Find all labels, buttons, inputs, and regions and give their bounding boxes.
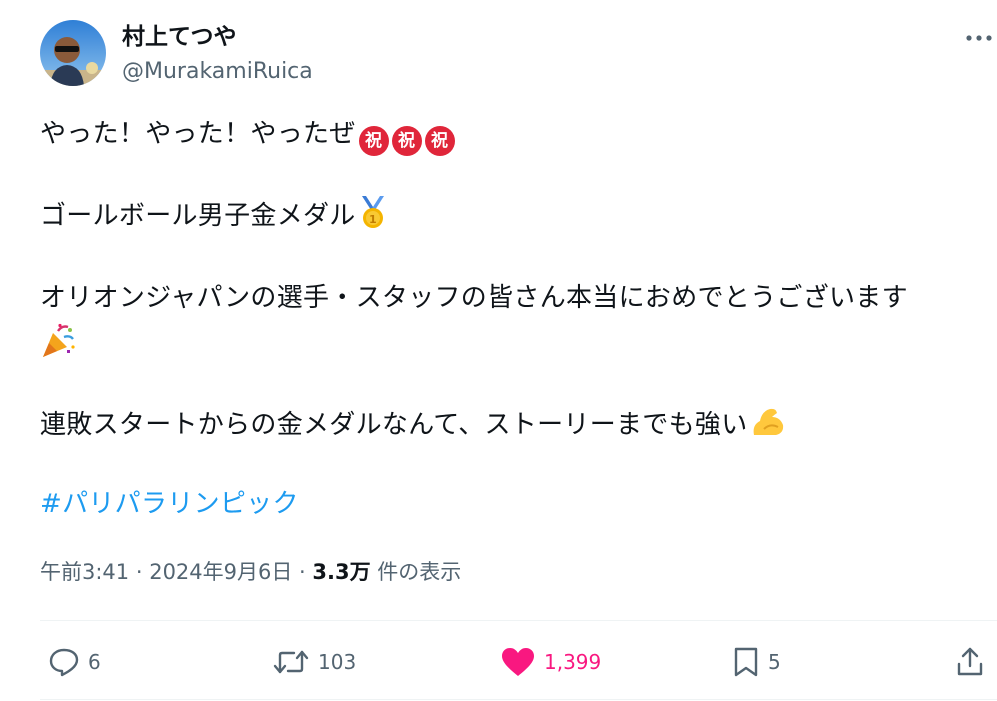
repost-arrows-icon [273, 650, 309, 674]
bookmark-icon [734, 647, 758, 677]
tweet-text-line-1: やった！やった！やったぜ祝祝祝 [40, 115, 455, 156]
iwai-emoji-icon: 祝 [391, 126, 422, 156]
divider [40, 620, 997, 621]
more-options-button[interactable] [964, 26, 994, 50]
share-upload-icon [957, 647, 983, 676]
heart-filled-icon [502, 648, 534, 676]
like-button[interactable]: 1,399 [500, 644, 601, 680]
tweet-time[interactable]: 午前3:41 [40, 560, 129, 584]
tweet-text-4: 連敗スタートからの金メダルなんて、ストーリーまでも強い [40, 410, 748, 440]
share-button[interactable] [955, 644, 985, 680]
views-count: 3.3万 [312, 560, 371, 584]
reply-count: 6 [88, 650, 101, 674]
tweet-text-line-2: ゴールボール男子金メダル 1 [40, 196, 388, 241]
gold-medal-icon: 1 [358, 196, 388, 241]
views-label: 件の表示 [370, 560, 462, 584]
tweet-meta: 午前3:41 · 2024年9月6日 · 3.3万 件の表示 [40, 557, 461, 587]
avatar-image [40, 20, 106, 86]
bookmark-button[interactable]: 5 [732, 644, 781, 680]
iwai-emoji-icon: 祝 [358, 126, 389, 156]
flexed-biceps-icon [750, 405, 786, 450]
user-handle[interactable]: @MurakamiRuica [122, 57, 313, 87]
tweet-text-2: ゴールボール男子金メダル [40, 201, 356, 231]
tweet-text-3: オリオンジャパンの選手・スタッフの皆さん本当におめでとうございます [40, 283, 908, 313]
reply-bubble-icon [49, 648, 79, 677]
display-name[interactable]: 村上てつや [122, 22, 237, 52]
tweet: 村上てつや @MurakamiRuica やった！やった！やったぜ祝祝祝 ゴール… [0, 0, 997, 701]
bookmark-count: 5 [768, 650, 781, 674]
hashtag-link[interactable]: #パリパラリンピック [40, 485, 299, 523]
meta-separator: · [129, 560, 150, 584]
repost-count: 103 [318, 650, 357, 674]
reply-button[interactable]: 6 [48, 644, 101, 680]
avatar[interactable] [40, 20, 106, 86]
iwai-emoji-icon: 祝 [424, 126, 455, 156]
divider [40, 699, 997, 700]
svg-text:1: 1 [369, 213, 377, 226]
tweet-text-line-3b [40, 323, 76, 370]
like-count: 1,399 [544, 650, 602, 674]
repost-button[interactable]: 103 [272, 644, 356, 680]
tweet-text-line-4: 連敗スタートからの金メダルなんて、ストーリーまでも強い [40, 405, 786, 450]
more-dots-icon [966, 35, 992, 41]
tweet-text-1: やった！やった！やったぜ [40, 119, 356, 149]
meta-separator: · [292, 560, 313, 584]
tweet-date[interactable]: 2024年9月6日 [149, 560, 292, 584]
party-popper-icon [40, 323, 76, 370]
tweet-text-line-3: オリオンジャパンの選手・スタッフの皆さん本当におめでとうございます [40, 279, 908, 317]
